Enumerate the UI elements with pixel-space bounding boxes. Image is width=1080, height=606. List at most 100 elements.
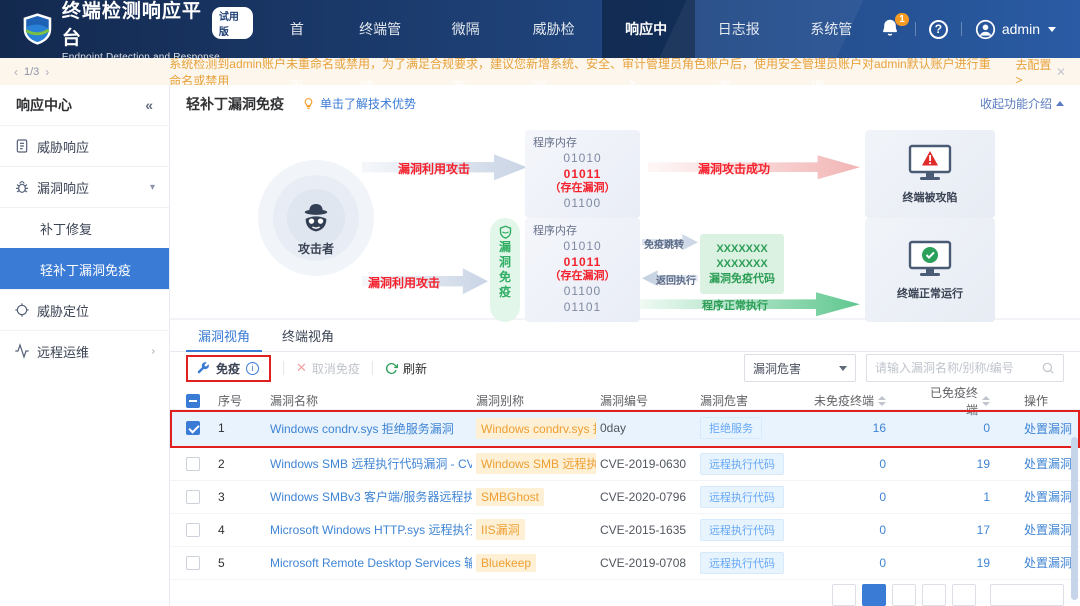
immune-button[interactable]: 免疫 i <box>186 355 271 382</box>
notification-bell-icon[interactable]: 1 <box>880 18 902 40</box>
vuln-name-link[interactable]: Microsoft Remote Desktop Services 输入... <box>270 554 472 571</box>
attacker-icon <box>298 200 334 236</box>
col-action: 操作 <box>1020 392 1080 409</box>
severity-tag: 远程执行代码 <box>700 519 784 541</box>
help-icon[interactable]: ? <box>929 20 948 39</box>
row-checkbox[interactable] <box>186 523 200 537</box>
sidebar-item-threat-locate[interactable]: 威胁定位 <box>0 289 169 330</box>
vuln-name-link[interactable]: Microsoft Windows HTTP.sys 远程执行代... <box>270 521 472 538</box>
immunized-count: 17 <box>916 523 1020 537</box>
immunized-count: 0 <box>916 421 1020 435</box>
sidebar-item-remote-ops[interactable]: 远程运维 › <box>0 330 169 371</box>
vuln-name-link[interactable]: Windows condrv.sys 拒绝服务漏洞 <box>270 420 454 437</box>
x-icon: ✕ <box>296 360 307 376</box>
main-content: 轻补丁漏洞免疫 单击了解技术优势 收起功能介绍 <box>170 85 1080 606</box>
user-menu[interactable]: admin <box>975 19 1056 40</box>
table-row[interactable]: 4 Microsoft Windows HTTP.sys 远程执行代... II… <box>170 514 1080 547</box>
handle-vuln-link[interactable]: 处置漏洞 <box>1024 488 1072 505</box>
crosshair-icon <box>14 302 30 318</box>
sidebar-title: 响应中心 <box>16 95 72 115</box>
sort-icon[interactable] <box>982 396 990 406</box>
edr-app: 终端检测响应平台 试用版 Endpoint Detection and Resp… <box>0 0 1080 606</box>
chevron-up-icon <box>1056 101 1064 106</box>
vuln-code: CVE-2015-1635 <box>596 523 696 537</box>
tab-vuln-view[interactable]: 漏洞视角 <box>186 320 262 353</box>
sidebar-collapse-icon[interactable]: « <box>145 97 153 113</box>
page-button[interactable] <box>922 584 946 606</box>
view-tabs: 漏洞视角 终端视角 <box>170 320 1080 353</box>
handle-vuln-link[interactable]: 处置漏洞 <box>1024 420 1072 437</box>
search-icon[interactable] <box>1041 361 1055 375</box>
sort-icon[interactable] <box>878 396 886 406</box>
col-no: 序号 <box>214 392 266 409</box>
search-input[interactable] <box>875 361 1041 375</box>
tech-advantage-link[interactable]: 单击了解技术优势 <box>302 95 416 112</box>
sidebar-item-vuln-response[interactable]: 漏洞响应 ▾ <box>0 166 169 207</box>
not-immunized-count: 0 <box>806 457 916 471</box>
nav-item-log-report[interactable]: 日志报表 <box>695 0 788 58</box>
cancel-immune-button[interactable]: ✕ 取消免疫 <box>296 360 360 377</box>
nav-item-response-center[interactable]: 响应中心 <box>602 0 695 58</box>
main-nav: 首页 终端管理 微隔离 威胁检测 响应中心 日志报表 系统管理 <box>267 0 880 58</box>
alert-close-icon[interactable]: ✕ <box>1056 65 1066 79</box>
info-icon[interactable]: i <box>246 362 259 375</box>
row-checkbox[interactable] <box>186 490 200 504</box>
vuln-table: 序号 漏洞名称 漏洞别称 漏洞编号 漏洞危害 未免疫终端 已免疫终端 操作 1 … <box>170 384 1080 606</box>
row-checkbox[interactable] <box>186 457 200 471</box>
page-next-button[interactable] <box>952 584 976 606</box>
pulse-icon <box>14 343 30 359</box>
row-checkbox[interactable] <box>186 556 200 570</box>
severity-tag: 远程执行代码 <box>700 552 784 574</box>
nav-item-home[interactable]: 首页 <box>267 0 336 58</box>
monitor-check-icon <box>907 240 953 280</box>
handle-vuln-link[interactable]: 处置漏洞 <box>1024 521 1072 538</box>
page-button[interactable] <box>892 584 916 606</box>
severity-filter-select[interactable]: 漏洞危害 <box>744 354 856 382</box>
page-button-active[interactable] <box>862 584 886 606</box>
nav-item-endpoint-mgmt[interactable]: 终端管理 <box>336 0 429 58</box>
sidebar-item-threat-response[interactable]: 威胁响应 <box>0 125 169 166</box>
severity-tag: 远程执行代码 <box>700 453 784 475</box>
immunity-diagram: 攻击者 漏洞利用攻击 程序内存 01010 01011 （存在漏洞） 01100… <box>170 122 1080 319</box>
sidebar-item-light-patch-immunity[interactable]: 轻补丁漏洞免疫 <box>0 248 169 289</box>
col-immunized[interactable]: 已免疫终端 <box>916 384 1020 418</box>
handle-vuln-link[interactable]: 处置漏洞 <box>1024 455 1072 472</box>
clipboard-icon <box>14 138 30 154</box>
alert-prev-icon[interactable]: ‹ <box>14 65 18 79</box>
nav-item-system-mgmt[interactable]: 系统管理 <box>787 0 880 58</box>
lightbulb-icon <box>302 97 315 110</box>
vertical-scrollbar[interactable] <box>1071 437 1078 600</box>
vuln-alias: Bluekeep <box>476 554 536 572</box>
vuln-name-link[interactable]: Windows SMBv3 客户端/服务器远程执行代... <box>270 488 472 505</box>
table-row[interactable]: 5 Microsoft Remote Desktop Services 输入..… <box>170 547 1080 580</box>
app-title: 终端检测响应平台 <box>62 0 206 50</box>
wrench-icon <box>196 361 210 375</box>
vuln-alias: IIS漏洞 <box>476 519 525 540</box>
table-row[interactable]: 2 Windows SMB 远程执行代码漏洞 - CVE-20... Windo… <box>170 448 1080 481</box>
refresh-button[interactable]: 刷新 <box>385 360 427 377</box>
memory-box-immunized: 程序内存 01010 01011 （存在漏洞） 01100 01101 <box>525 218 640 322</box>
page-prev-button[interactable] <box>832 584 856 606</box>
table-row[interactable]: 3 Windows SMBv3 客户端/服务器远程执行代... SMBGhost… <box>170 481 1080 514</box>
page-size-select[interactable] <box>990 584 1064 606</box>
terminal-normal-card: 终端正常运行 <box>865 218 995 322</box>
alert-next-icon[interactable]: › <box>45 65 49 79</box>
vuln-code: CVE-2019-0630 <box>596 457 696 471</box>
sidebar-item-patch-repair[interactable]: 补丁修复 <box>0 207 169 248</box>
not-immunized-count: 0 <box>806 490 916 504</box>
handle-vuln-link[interactable]: 处置漏洞 <box>1024 554 1072 571</box>
avatar-icon <box>975 19 996 40</box>
refresh-icon <box>385 362 398 375</box>
nav-item-threat-detection[interactable]: 威胁检测 <box>510 0 603 58</box>
immunized-count: 19 <box>916 556 1020 570</box>
severity-tag: 拒绝服务 <box>700 417 762 439</box>
nav-item-micro-segmentation[interactable]: 微隔离 <box>429 0 510 58</box>
vuln-name-link[interactable]: Windows SMB 远程执行代码漏洞 - CVE-20... <box>270 455 472 472</box>
collapse-intro-link[interactable]: 收起功能介绍 <box>980 95 1064 112</box>
select-all-checkbox[interactable] <box>186 394 200 408</box>
alert-configure-link[interactable]: 去配置> <box>1015 56 1056 87</box>
row-checkbox[interactable] <box>186 421 200 435</box>
tab-endpoint-view[interactable]: 终端视角 <box>270 320 346 353</box>
alert-pager: ‹ 1/3 › <box>14 65 49 79</box>
col-not-immunized[interactable]: 未免疫终端 <box>806 392 916 409</box>
